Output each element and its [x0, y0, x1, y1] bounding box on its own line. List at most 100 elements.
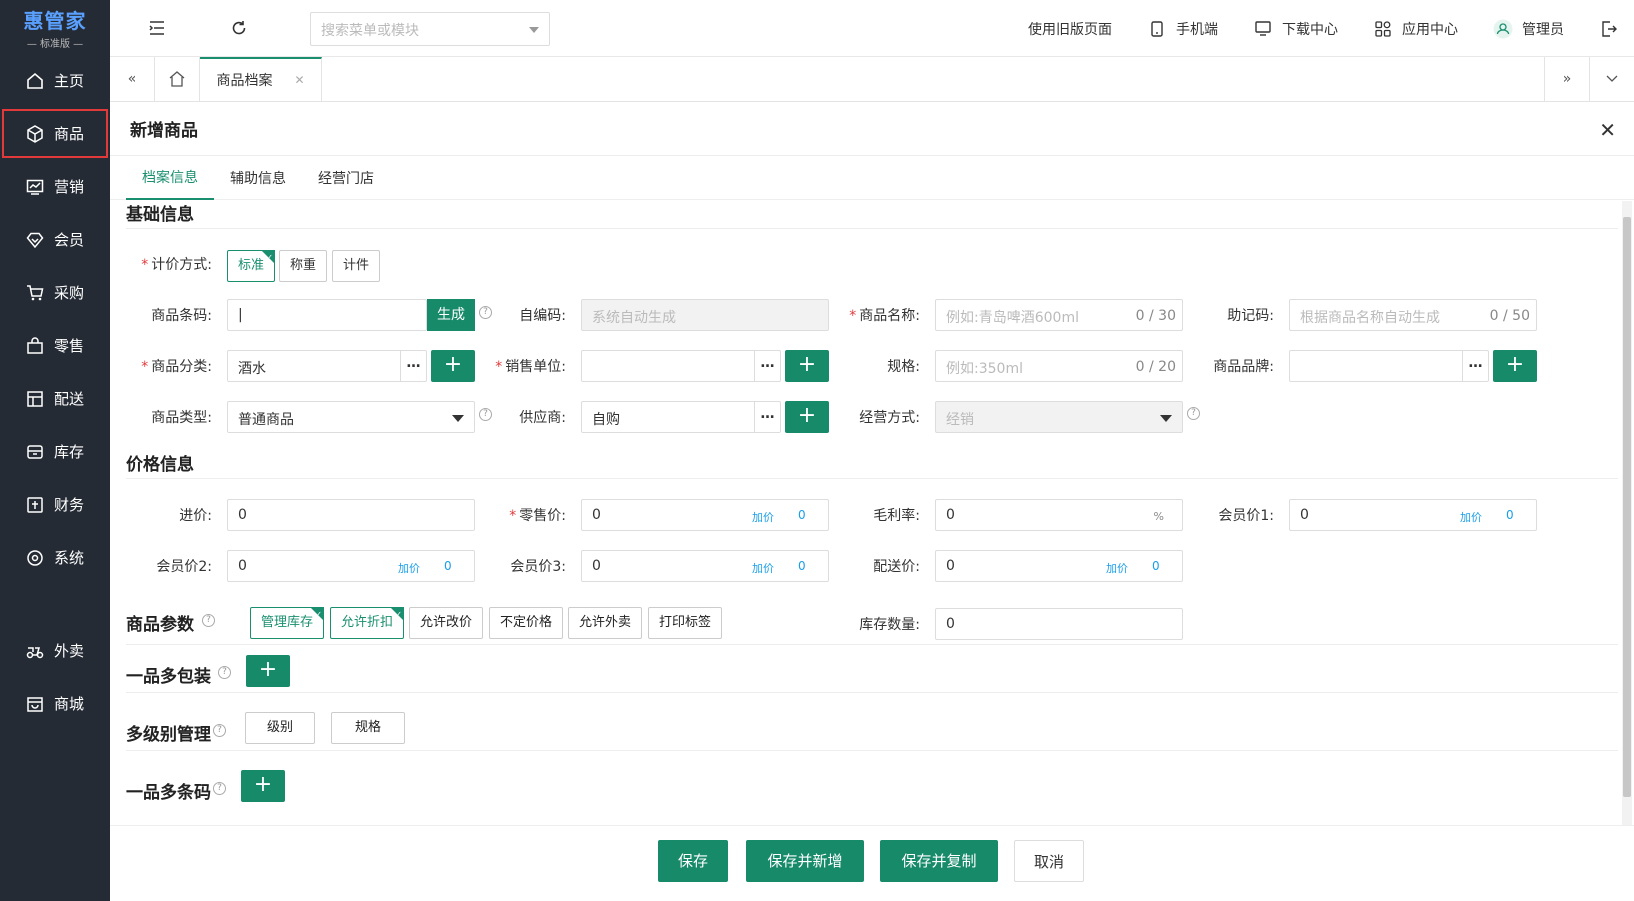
- spec-input[interactable]: 例如:350ml 0 / 20: [935, 350, 1183, 382]
- addon-value: 0: [444, 559, 452, 573]
- tab-goods-archive[interactable]: 商品档案 ✕: [200, 57, 322, 101]
- category-input[interactable]: 酒水…: [227, 350, 427, 382]
- tabs-scroll-left-icon[interactable]: «: [110, 57, 155, 101]
- cost-price-input[interactable]: 0: [227, 499, 475, 531]
- sidebar-item-retail[interactable]: 零售: [0, 319, 110, 372]
- user-menu[interactable]: 管理员: [1492, 18, 1564, 40]
- goods-name-input[interactable]: 例如:青岛啤酒600ml 0 / 30: [935, 299, 1183, 331]
- spec-button[interactable]: 规格: [331, 712, 405, 744]
- allow-price-change-toggle[interactable]: 允许改价: [409, 607, 483, 639]
- close-icon[interactable]: ✕: [1599, 118, 1616, 142]
- help-icon[interactable]: ?: [1187, 407, 1200, 420]
- addon-label: 加价: [1460, 511, 1482, 524]
- addon-value: 0: [1506, 508, 1514, 522]
- chevron-down-icon: [452, 415, 464, 422]
- supplier-input[interactable]: 自购…: [581, 401, 781, 433]
- sidebar-item-label: 外卖: [54, 642, 85, 660]
- biz-mode-select[interactable]: 经销: [935, 401, 1183, 433]
- pricing-weight-button[interactable]: 称重: [279, 250, 327, 282]
- member3-price-input[interactable]: 0 加价 0: [581, 550, 829, 582]
- sidebar-item-finance[interactable]: 财务: [0, 478, 110, 531]
- scrollbar[interactable]: [1622, 201, 1632, 826]
- sidebar-item-inventory[interactable]: 库存: [0, 425, 110, 478]
- sidebar-item-delivery[interactable]: 配送: [0, 372, 110, 425]
- sidebar-item-purchase[interactable]: 采购: [0, 266, 110, 319]
- close-tab-icon[interactable]: ✕: [294, 73, 304, 87]
- allow-takeout-toggle[interactable]: 允许外卖: [568, 607, 642, 639]
- allow-discount-toggle[interactable]: 允许折扣: [330, 600, 404, 639]
- margin-input[interactable]: 0%: [935, 499, 1183, 531]
- more-icon[interactable]: …: [754, 351, 780, 381]
- brand-input[interactable]: …: [1289, 350, 1489, 382]
- retail-price-input[interactable]: 0 加价 0: [581, 499, 829, 531]
- mobile-label: 手机端: [1176, 21, 1218, 38]
- pricing-method-label: * 计价方式:: [141, 257, 212, 273]
- stock-qty-input[interactable]: 0: [935, 608, 1183, 640]
- add-brand-button[interactable]: +: [1493, 350, 1537, 382]
- mnemonic-input[interactable]: 根据商品名称自动生成 0 / 50: [1289, 299, 1537, 331]
- old-page-link[interactable]: 使用旧版页面: [1028, 19, 1112, 39]
- divider: [126, 692, 1618, 693]
- cart-icon: [26, 284, 44, 302]
- sidebar-item-home[interactable]: 主页: [0, 54, 110, 107]
- logout-icon[interactable]: [1598, 18, 1620, 40]
- section-multi-pack-title: 一品多包装: [126, 667, 211, 687]
- addon-label: 加价: [1106, 562, 1128, 575]
- tab-aux-info[interactable]: 辅助信息: [214, 156, 302, 200]
- home-tab-icon[interactable]: [155, 57, 200, 101]
- member2-price-input[interactable]: 0 加价 0: [227, 550, 475, 582]
- save-button[interactable]: 保存: [658, 840, 728, 882]
- sidebar-item-label: 零售: [54, 337, 85, 355]
- menu-collapse-icon[interactable]: [146, 17, 168, 39]
- refresh-icon[interactable]: [228, 17, 250, 39]
- tabs-scroll-right-icon[interactable]: »: [1544, 57, 1589, 101]
- sidebar-item-member[interactable]: 会员: [0, 213, 110, 266]
- sale-unit-input[interactable]: …: [581, 350, 781, 382]
- sidebar-item-goods[interactable]: 商品: [0, 107, 110, 160]
- scrollbar-thumb[interactable]: [1623, 217, 1631, 797]
- panel-header: 新增商品 ✕: [110, 102, 1634, 156]
- stock-qty-label: 库存数量:: [859, 617, 920, 633]
- member2-price-label: 会员价2:: [156, 559, 212, 575]
- help-icon[interactable]: ?: [218, 666, 231, 679]
- selfcode-input[interactable]: 系统自动生成: [581, 299, 829, 331]
- old-page-label: 使用旧版页面: [1028, 21, 1112, 38]
- mobile-link[interactable]: 手机端: [1146, 18, 1218, 40]
- level-button[interactable]: 级别: [245, 712, 315, 744]
- print-label-toggle[interactable]: 打印标签: [648, 607, 722, 639]
- section-params-title: 商品参数: [126, 615, 194, 635]
- menu-search-input[interactable]: 搜索菜单或模块: [310, 12, 550, 46]
- add-barcode-button[interactable]: +: [241, 770, 285, 802]
- help-icon[interactable]: ?: [213, 724, 226, 737]
- help-icon[interactable]: ?: [202, 614, 215, 627]
- tab-stores[interactable]: 经营门店: [302, 156, 390, 200]
- more-icon[interactable]: …: [754, 402, 780, 432]
- sidebar-item-takeout[interactable]: 外卖: [0, 624, 110, 677]
- goods-type-select[interactable]: 普通商品: [227, 401, 475, 433]
- sidebar-item-marketing[interactable]: 营销: [0, 160, 110, 213]
- save-and-new-button[interactable]: 保存并新增: [746, 840, 864, 882]
- finance-icon: [26, 496, 44, 514]
- selfcode-label: 自编码:: [519, 308, 566, 324]
- delivery-price-input[interactable]: 0 加价 0: [935, 550, 1183, 582]
- pricing-standard-button[interactable]: 标准: [227, 243, 275, 282]
- help-icon[interactable]: ?: [213, 782, 226, 795]
- sidebar-item-system[interactable]: 系统: [0, 531, 110, 584]
- save-and-copy-button[interactable]: 保存并复制: [880, 840, 998, 882]
- variable-price-toggle[interactable]: 不定价格: [489, 607, 563, 639]
- more-icon[interactable]: …: [400, 351, 426, 381]
- sidebar-item-mall[interactable]: 商城: [0, 677, 110, 730]
- barcode-input[interactable]: |: [227, 299, 427, 331]
- member1-price-input[interactable]: 0 加价 0: [1289, 499, 1537, 531]
- more-icon[interactable]: …: [1462, 351, 1488, 381]
- download-link[interactable]: 下载中心: [1252, 18, 1338, 40]
- tab-archive-info[interactable]: 档案信息: [126, 156, 214, 200]
- cancel-button[interactable]: 取消: [1014, 840, 1084, 882]
- chevron-down-icon: [529, 27, 539, 33]
- manage-stock-toggle[interactable]: 管理库存: [250, 600, 324, 639]
- add-pack-button[interactable]: +: [246, 655, 290, 687]
- tabs-dropdown-icon[interactable]: [1589, 57, 1634, 101]
- apps-link[interactable]: 应用中心: [1372, 18, 1458, 40]
- delivery-price-label: 配送价:: [873, 559, 920, 575]
- pricing-piece-button[interactable]: 计件: [332, 250, 380, 282]
